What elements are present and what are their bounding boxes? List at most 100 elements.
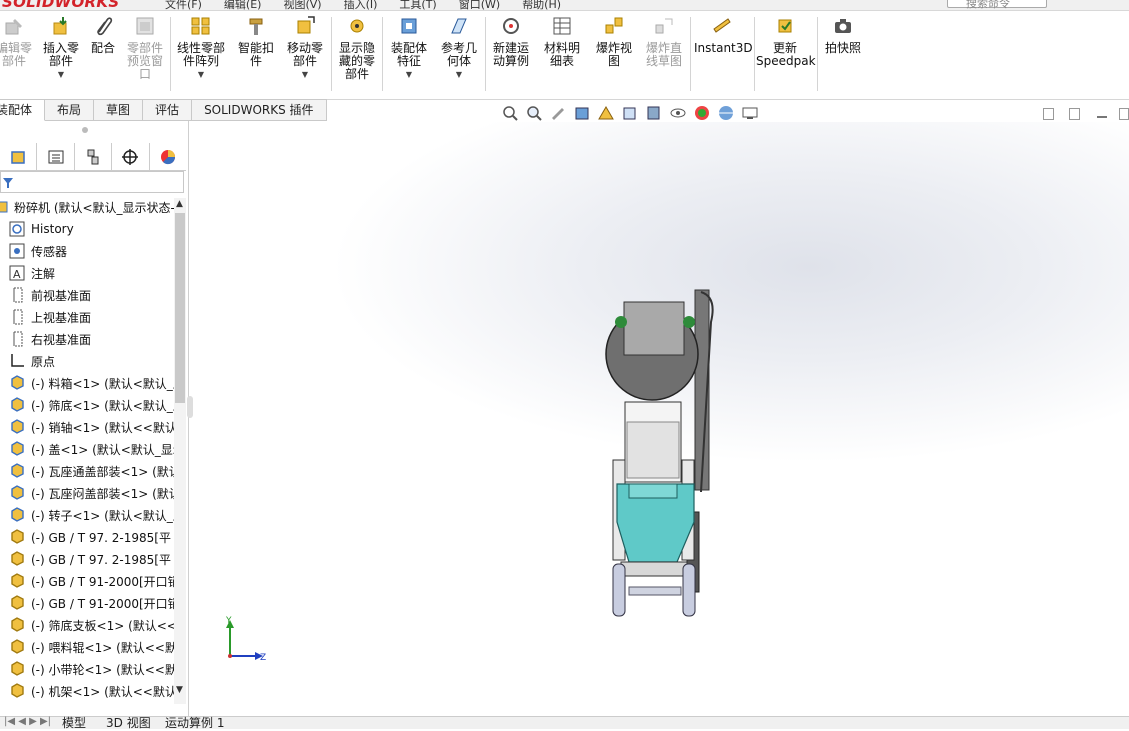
tree-root[interactable]: 粉碎机 (默认<默认_显示状态- [0,197,174,218]
tree-item[interactable]: (-) 筛底支板<1> (默认<< [8,614,174,636]
mate-button[interactable]: 配合 [86,15,120,55]
tab-layout[interactable]: 布局 [45,99,95,121]
scroll-down-icon[interactable]: ▼ [176,685,183,695]
chevron-down-icon[interactable]: ▼ [436,68,482,81]
tree-item[interactable]: (-) 盖<1> (默认<默认_显示 [8,438,174,460]
tree-item[interactable]: (-) 瓦座通盖部装<1> (默认 [8,460,174,482]
zoom-area-icon[interactable] [524,104,544,122]
tree-item[interactable]: 上视基准面 [8,306,91,328]
apply-scene-icon[interactable] [716,104,736,122]
tree-item[interactable]: 右视基准面 [8,328,91,350]
tree-item[interactable]: History [8,218,74,240]
tree-item[interactable]: 原点 [8,350,55,372]
move-component-button[interactable]: 移动零 部件 ▼ [282,15,328,81]
menu-file[interactable]: 文件(F) [165,0,202,10]
panel-collapse-handle[interactable] [187,396,193,418]
tree-item[interactable]: (-) 筛底<1> (默认<默认_显 [8,394,174,416]
reference-geometry-button[interactable]: 参考几 何体 ▼ [436,15,482,81]
view-orientation-icon[interactable] [620,104,640,122]
tree-item[interactable]: 传感器 [8,240,67,262]
tree-item[interactable]: (-) 小带轮<1> (默认<<默 [8,658,174,680]
scroll-arrows-icon[interactable]: |◀ ◀ ▶ ▶| [4,716,51,727]
insert-component-button[interactable]: 插入零 部件 ▼ [38,15,84,81]
menu-view[interactable]: 视图(V) [283,0,321,10]
tab-dimxpertmanager[interactable] [112,143,150,170]
tab-evaluate[interactable]: 评估 [143,99,193,121]
zoom-to-fit-icon[interactable] [500,104,520,122]
tree-item[interactable]: A 注解 [8,262,55,284]
view-settings-icon[interactable] [740,104,760,122]
model-drawing: Y Z [225,289,714,663]
smart-fasteners-button[interactable]: 智能扣 件 [234,15,278,68]
tab-displaymanager[interactable] [150,143,186,170]
tree-scrollbar-thumb[interactable] [175,213,185,403]
section-view-icon[interactable] [572,104,592,122]
graphics-area[interactable]: Y Z [189,122,1129,716]
tab-model[interactable]: 模型 [62,714,86,731]
tree-item[interactable]: (-) GB / T 91-2000[开口销 [8,570,174,592]
wheel-right [682,563,696,617]
tree-item[interactable]: (-) 喂料辊<1> (默认<<默 [8,636,174,658]
tree-item-label: (-) 筛底支板<1> (默认<< [31,618,174,633]
tree-item[interactable]: (-) GB / T 91-2000[开口销 [8,592,174,614]
tree-item[interactable]: (-) 机架<1> (默认<<默认 [8,680,174,702]
new-motion-study-button[interactable]: 新建运 动算例 [488,15,534,68]
tree-filter[interactable] [0,171,184,193]
tab-3d-view[interactable]: 3D 视图 [106,714,151,731]
linear-pattern-button[interactable]: 线性零部 件阵列 ▼ [172,15,230,81]
tree-item[interactable]: (-) GB / T 97. 2-1985[平 [8,526,171,548]
chevron-down-icon[interactable]: ▼ [172,68,230,81]
tab-assembly[interactable]: 装配体 [0,99,46,121]
tree-item[interactable]: (-) 销轴<1> (默认<<默认 [8,416,174,438]
tab-sketch[interactable]: 草图 [94,99,144,121]
tree-item[interactable]: (-) 瓦座闷盖部装<1> (默认 [8,482,174,504]
panel-grip[interactable] [82,127,88,133]
menu-help[interactable]: 帮助(H) [522,0,561,10]
edit-appearance-icon[interactable] [692,104,712,122]
hide-show-items-icon[interactable] [668,104,688,122]
tile-left-icon[interactable] [1043,108,1054,120]
component-preview-button[interactable]: 零部件 预览窗 口 [122,15,168,81]
assembly-features-button[interactable]: 装配体 特征 ▼ [386,15,432,81]
tree-item-label: (-) GB / T 97. 2-1985[平 [31,530,171,545]
display-style-icon[interactable] [644,104,664,122]
tree-item[interactable]: (-) 料箱<1> (默认<默认_显 [8,372,174,394]
chevron-down-icon[interactable]: ▼ [282,68,328,81]
bearing-left [615,316,627,328]
menu-window[interactable]: 窗口(W) [459,0,500,10]
show-hidden-components-button[interactable]: 显示隐 藏的零 部件 [334,15,380,81]
command-manager: 编辑零 部件 插入零 部件 ▼ 配合 零部件 预览窗 口 线性零部 件阵列 ▼ … [0,11,1129,100]
search-input[interactable]: 搜索命令 [947,0,1047,10]
menu-edit[interactable]: 编辑(E) [224,0,262,10]
tile-right-icon[interactable] [1069,108,1080,120]
menu-tools[interactable]: 工具(T) [399,0,436,10]
menu-insert[interactable]: 插入(I) [344,0,378,10]
insert-component-icon [53,17,67,35]
scroll-up-icon[interactable]: ▲ [176,199,183,209]
tab-addins[interactable]: SOLIDWORKS 插件 [192,99,327,121]
previous-view-icon[interactable] [548,104,568,122]
explode-line-sketch-button[interactable]: 爆炸直 线草图 [640,15,688,68]
bom-button[interactable]: 材料明 细表 [538,15,586,68]
dynamic-annotation-icon[interactable] [596,104,616,122]
tree-item[interactable]: (-) GB / T 97. 2-1985[平 [8,548,171,570]
minimize-icon[interactable] [1097,116,1107,118]
ribbon-separator [817,17,818,91]
take-snapshot-button[interactable]: 拍快照 [820,15,866,55]
tab-featuremanager[interactable] [0,143,38,170]
tab-propertymanager[interactable] [37,143,75,170]
tree-item[interactable]: (-) 转子<1> (默认<默认_显 [8,504,174,526]
tree-item[interactable]: 前视基准面 [8,284,91,306]
tab-configurationmanager[interactable] [75,143,113,170]
update-speedpak-button[interactable]: 更新 Speedpak [756,15,816,68]
tab-motion-study[interactable]: 运动算例 1 [165,714,224,731]
instant3d-button[interactable]: Instant3D [694,15,753,55]
chevron-down-icon[interactable]: ▼ [386,68,432,81]
edit-component-button[interactable]: 编辑零 部件 [0,15,34,68]
svg-text:A: A [13,268,21,281]
restore-icon[interactable] [1119,108,1129,120]
ribbon-separator [485,17,486,91]
std-part-icon [11,617,24,632]
chevron-down-icon[interactable]: ▼ [38,68,84,81]
exploded-view-button[interactable]: 爆炸视 图 [590,15,638,68]
